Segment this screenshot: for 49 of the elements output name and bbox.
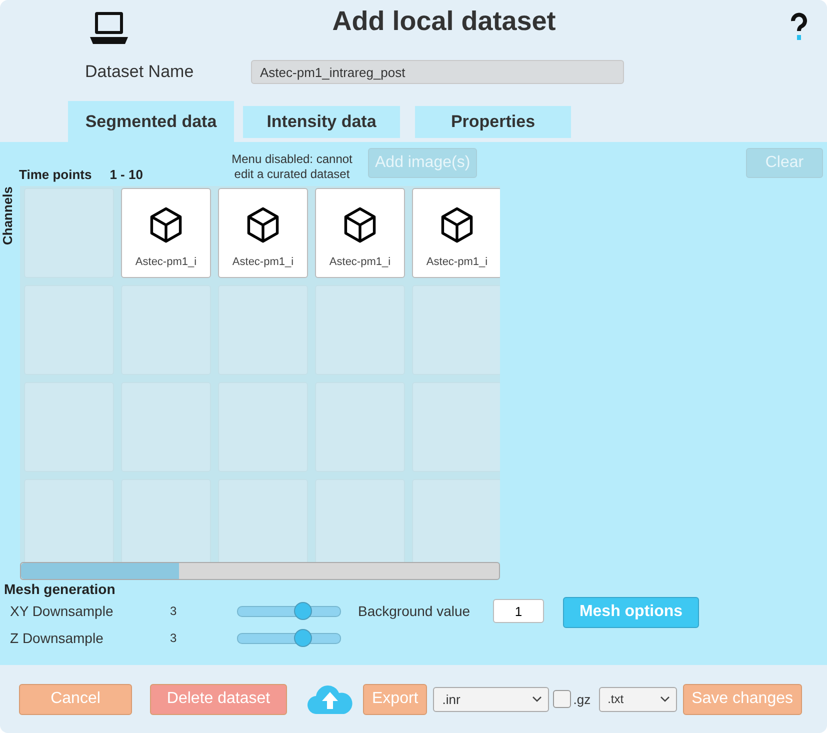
slider-thumb[interactable] [294,628,312,646]
empty-slot[interactable] [315,479,405,562]
file-name: Astec-pm1_i [232,256,294,268]
slider-value: 3 [170,631,178,645]
empty-slot[interactable] [412,285,500,375]
file-name: Astec-pm1_i [329,256,391,268]
tab[interactable]: Properties [415,106,571,138]
file-name: Astec-pm1_i [135,256,197,268]
cube-icon [440,206,474,244]
scrollbar-thumb[interactable] [21,563,179,579]
section-heading: Mesh generation [4,581,116,597]
cube-icon [246,206,280,244]
range-text: 1 - 10 [110,167,143,182]
chevron-down-icon [532,696,542,702]
channels-label: Channels [0,186,16,247]
checkbox-label: .gz [573,692,591,706]
empty-slot[interactable] [412,382,500,472]
file-tile[interactable]: Astec-pm1_i [218,188,308,278]
file-tile[interactable]: Astec-pm1_i [315,188,405,278]
field-label: Dataset Name [85,62,195,82]
name-field[interactable]: Astec-pm1_intrareg_post [251,60,624,84]
laptop-icon [89,10,129,46]
checkbox[interactable] [553,690,572,708]
cloud-upload-icon[interactable] [307,683,353,715]
file-tile[interactable]: Astec-pm1_i [412,188,500,278]
tab[interactable]: Segmented data [68,101,234,142]
chevron-down-icon [660,696,670,702]
dropdown[interactable]: .inr [433,686,550,712]
cube-icon [149,206,183,244]
scrollbar[interactable] [20,562,500,580]
file-name: Astec-pm1_i [426,256,488,268]
help-icon[interactable] [789,12,809,42]
empty-slot[interactable] [218,479,308,562]
slider-label: XY Downsample [10,603,114,619]
empty-slot[interactable] [412,479,500,562]
dropdown[interactable]: .txt [598,686,677,712]
cube-icon [343,206,377,244]
empty-slot[interactable] [121,479,211,562]
status-note: Menu disabled: cannot edit a curated dataset [230,152,354,182]
slider-thumb[interactable] [294,602,312,620]
tab[interactable]: Intensity data [243,106,400,138]
field-label: Time points [19,167,92,182]
slider-value: 3 [170,604,178,618]
slider-label: Z Downsample [10,630,104,646]
empty-slot[interactable] [24,479,114,562]
dialog-title: Add local dataset [331,6,557,37]
field-label: Background value [358,603,472,619]
background-field[interactable]: 1 [493,599,544,623]
file-tile[interactable]: Astec-pm1_i [121,188,211,278]
